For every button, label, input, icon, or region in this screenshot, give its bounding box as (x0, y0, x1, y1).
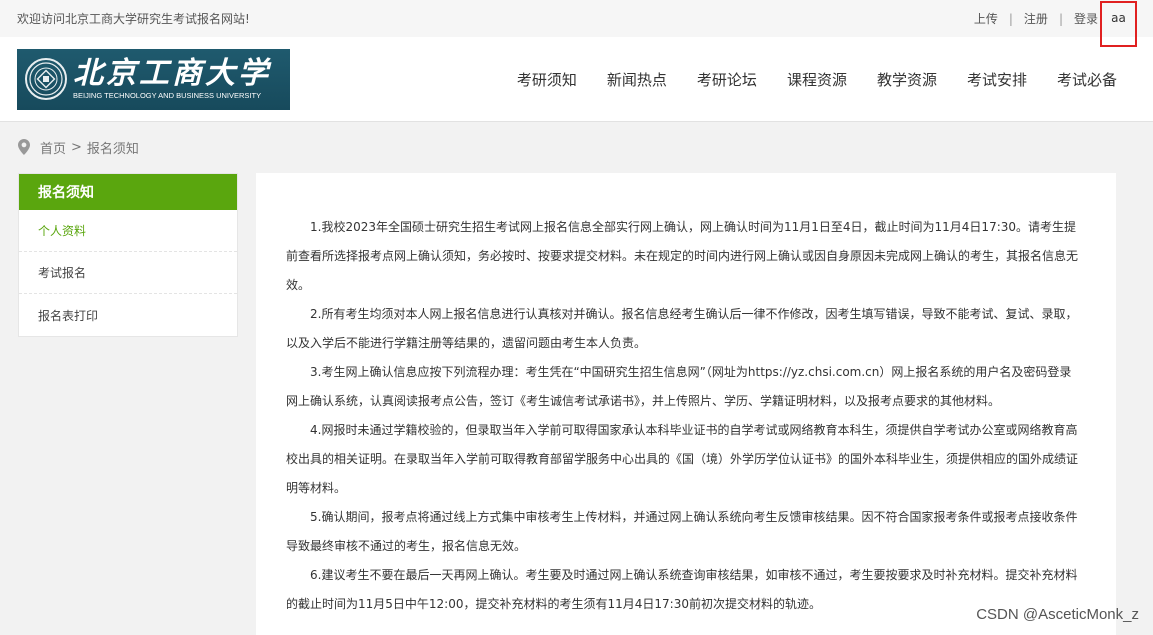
logo-text: 北京工商大学 BEIJING TECHNOLOGY AND BUSINESS U… (73, 57, 271, 101)
notice-content: 1.我校2023年全国硕士研究生招生考试网上报名信息全部实行网上确认，网上确认时… (256, 173, 1116, 635)
main-nav: 考研须知 新闻热点 考研论坛 课程资源 教学资源 考试安排 考试必备 (487, 37, 1117, 121)
username-highlight-box[interactable]: aa (1100, 1, 1137, 47)
university-logo[interactable]: 北京工商大学 BEIJING TECHNOLOGY AND BUSINESS U… (17, 48, 290, 110)
sidebar-item-personal-info[interactable]: 个人资料 (19, 210, 237, 252)
notice-paragraph: 4.网报时未通过学籍校验的，但录取当年入学前可取得国家承认本科毕业证书的自学考试… (286, 423, 1079, 495)
sidebar-item-exam-registration[interactable]: 考试报名 (19, 252, 237, 294)
link-separator: | (1008, 11, 1013, 26)
nav-item-exam-essentials[interactable]: 考试必备 (1057, 69, 1117, 90)
notice-paragraph: 3.考生网上确认信息应按下列流程办理：考生凭在“中国研究生招生信息网”（网址为h… (286, 365, 1072, 408)
top-bar: 欢迎访问北京工商大学研究生考试报名网站! 上传 | 注册 | 登录 aa (0, 0, 1153, 47)
notice-paragraph: 2.所有考生均须对本人网上报名信息进行认真核对并确认。报名信息经考生确认后一律不… (286, 307, 1078, 350)
breadcrumb-separator: > (71, 139, 82, 155)
nav-item-news[interactable]: 新闻热点 (607, 69, 667, 90)
breadcrumb-home-link[interactable]: 首页 (40, 138, 66, 157)
link-separator: | (1058, 11, 1063, 26)
sidebar-title[interactable]: 报名须知 (19, 174, 237, 210)
breadcrumb-current: 报名须知 (86, 141, 139, 157)
register-link[interactable]: 注册 (1024, 10, 1048, 27)
nav-item-course-resources[interactable]: 课程资源 (787, 69, 847, 90)
sidebar: 报名须知 个人资料 考试报名 报名表打印 (18, 173, 238, 337)
logo-english-name: BEIJING TECHNOLOGY AND BUSINESS UNIVERSI… (73, 91, 262, 100)
breadcrumb: 首页 > 报名须知 (0, 122, 1153, 172)
notice-paragraph: 6.建议考生不要在最后一天再网上确认。考生要及时通过网上确认系统查询审核结果，如… (286, 568, 1078, 611)
notice-paragraph: 5.确认期间，报考点将通过线上方式集中审核考生上传材料，并通过网上确认系统向考生… (286, 510, 1078, 553)
nav-item-exam-notice[interactable]: 考研须知 (517, 69, 577, 90)
logo-chinese-name: 北京工商大学 (73, 56, 271, 91)
login-link[interactable]: 登录 (1074, 10, 1098, 27)
nav-item-teaching-resources[interactable]: 教学资源 (877, 69, 937, 90)
csdn-watermark: CSDN @AsceticMonk_z (976, 606, 1139, 623)
notice-paragraph: 1.我校2023年全国硕士研究生招生考试网上报名信息全部实行网上确认，网上确认时… (286, 220, 1079, 292)
username-label: aa (1111, 11, 1126, 25)
top-links: 上传 | 注册 | 登录 aa (974, 0, 1137, 47)
site-header: 北京工商大学 BEIJING TECHNOLOGY AND BUSINESS U… (0, 37, 1153, 122)
welcome-text: 欢迎访问北京工商大学研究生考试报名网站! (17, 12, 250, 26)
nav-item-forum[interactable]: 考研论坛 (697, 69, 757, 90)
location-pin-icon (18, 139, 30, 155)
upload-link[interactable]: 上传 (974, 10, 998, 27)
nav-item-exam-schedule[interactable]: 考试安排 (967, 69, 1027, 90)
sidebar-item-print-form[interactable]: 报名表打印 (19, 294, 237, 336)
university-seal-icon (25, 58, 67, 100)
